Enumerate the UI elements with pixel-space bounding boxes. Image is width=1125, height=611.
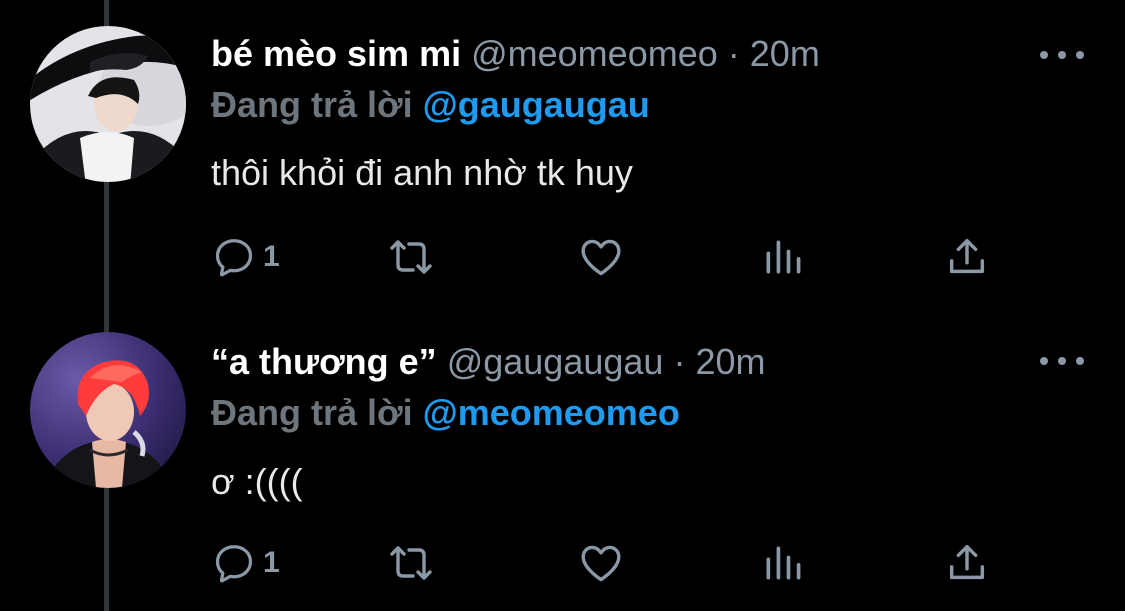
more-options-button[interactable]: [1040, 40, 1084, 70]
reply-icon: [215, 239, 253, 277]
reply-button[interactable]: 1: [211, 232, 280, 282]
tweet[interactable]: “a thương e” @gaugaugau · 20m Đang trả l…: [0, 310, 1125, 611]
like-button[interactable]: [577, 538, 625, 588]
reply-icon: [215, 545, 253, 583]
avatar-photo-red-hair-icon: [30, 332, 186, 488]
replying-to-label: Đang trả lời: [211, 84, 413, 125]
display-name[interactable]: bé mèo sim mi: [211, 33, 461, 74]
separator-dot: ·: [727, 33, 740, 74]
replying-to-mention[interactable]: @gaugaugau: [423, 84, 650, 125]
more-dot-icon: [1058, 51, 1066, 59]
tweet-header: “a thương e” @gaugaugau · 20m: [211, 332, 1035, 392]
reply-count: 1: [263, 240, 280, 273]
reply-count: 1: [263, 546, 280, 579]
share-button[interactable]: [944, 232, 990, 282]
share-icon: [949, 544, 985, 580]
views-button[interactable]: [761, 538, 805, 588]
user-handle[interactable]: @meomeomeo: [471, 33, 718, 74]
views-icon: [766, 240, 801, 274]
tweet[interactable]: bé mèo sim mi @meomeomeo · 20m Đang trả …: [0, 0, 1125, 300]
display-name[interactable]: “a thương e”: [211, 341, 437, 382]
more-dot-icon: [1076, 51, 1084, 59]
retweet-icon: [390, 240, 432, 274]
heart-icon: [581, 239, 621, 276]
retweet-button[interactable]: [387, 232, 435, 282]
timestamp[interactable]: 20m: [750, 33, 820, 74]
separator-dot: ·: [673, 341, 686, 382]
tweet-header: bé mèo sim mi @meomeomeo · 20m: [211, 24, 1035, 84]
more-dot-icon: [1058, 357, 1066, 365]
reply-button[interactable]: 1: [211, 538, 280, 588]
tweet-actions: 1: [211, 538, 1001, 588]
avatar[interactable]: [30, 26, 186, 182]
more-options-button[interactable]: [1040, 346, 1084, 376]
tweet-text: thôi khỏi đi anh nhờ tk huy: [211, 152, 633, 193]
user-handle[interactable]: @gaugaugau: [447, 341, 664, 382]
replying-to-line: Đang trả lời @meomeomeo: [211, 388, 680, 438]
retweet-icon: [390, 546, 432, 580]
share-button[interactable]: [944, 538, 990, 588]
more-dot-icon: [1040, 357, 1048, 365]
timestamp[interactable]: 20m: [695, 341, 765, 382]
tweet-actions: 1: [211, 232, 1001, 282]
avatar-photo-hat-icon: [30, 26, 186, 182]
views-button[interactable]: [761, 232, 805, 282]
avatar[interactable]: [30, 332, 186, 488]
more-dot-icon: [1040, 51, 1048, 59]
replying-to-label: Đang trả lời: [211, 392, 413, 433]
replying-to-mention[interactable]: @meomeomeo: [423, 392, 680, 433]
heart-icon: [581, 545, 621, 582]
like-button[interactable]: [577, 232, 625, 282]
tweet-text: ơ :((((: [211, 461, 303, 502]
share-icon: [949, 238, 985, 274]
replying-to-line: Đang trả lời @gaugaugau: [211, 80, 650, 130]
more-dot-icon: [1076, 357, 1084, 365]
views-icon: [766, 546, 801, 580]
retweet-button[interactable]: [387, 538, 435, 588]
